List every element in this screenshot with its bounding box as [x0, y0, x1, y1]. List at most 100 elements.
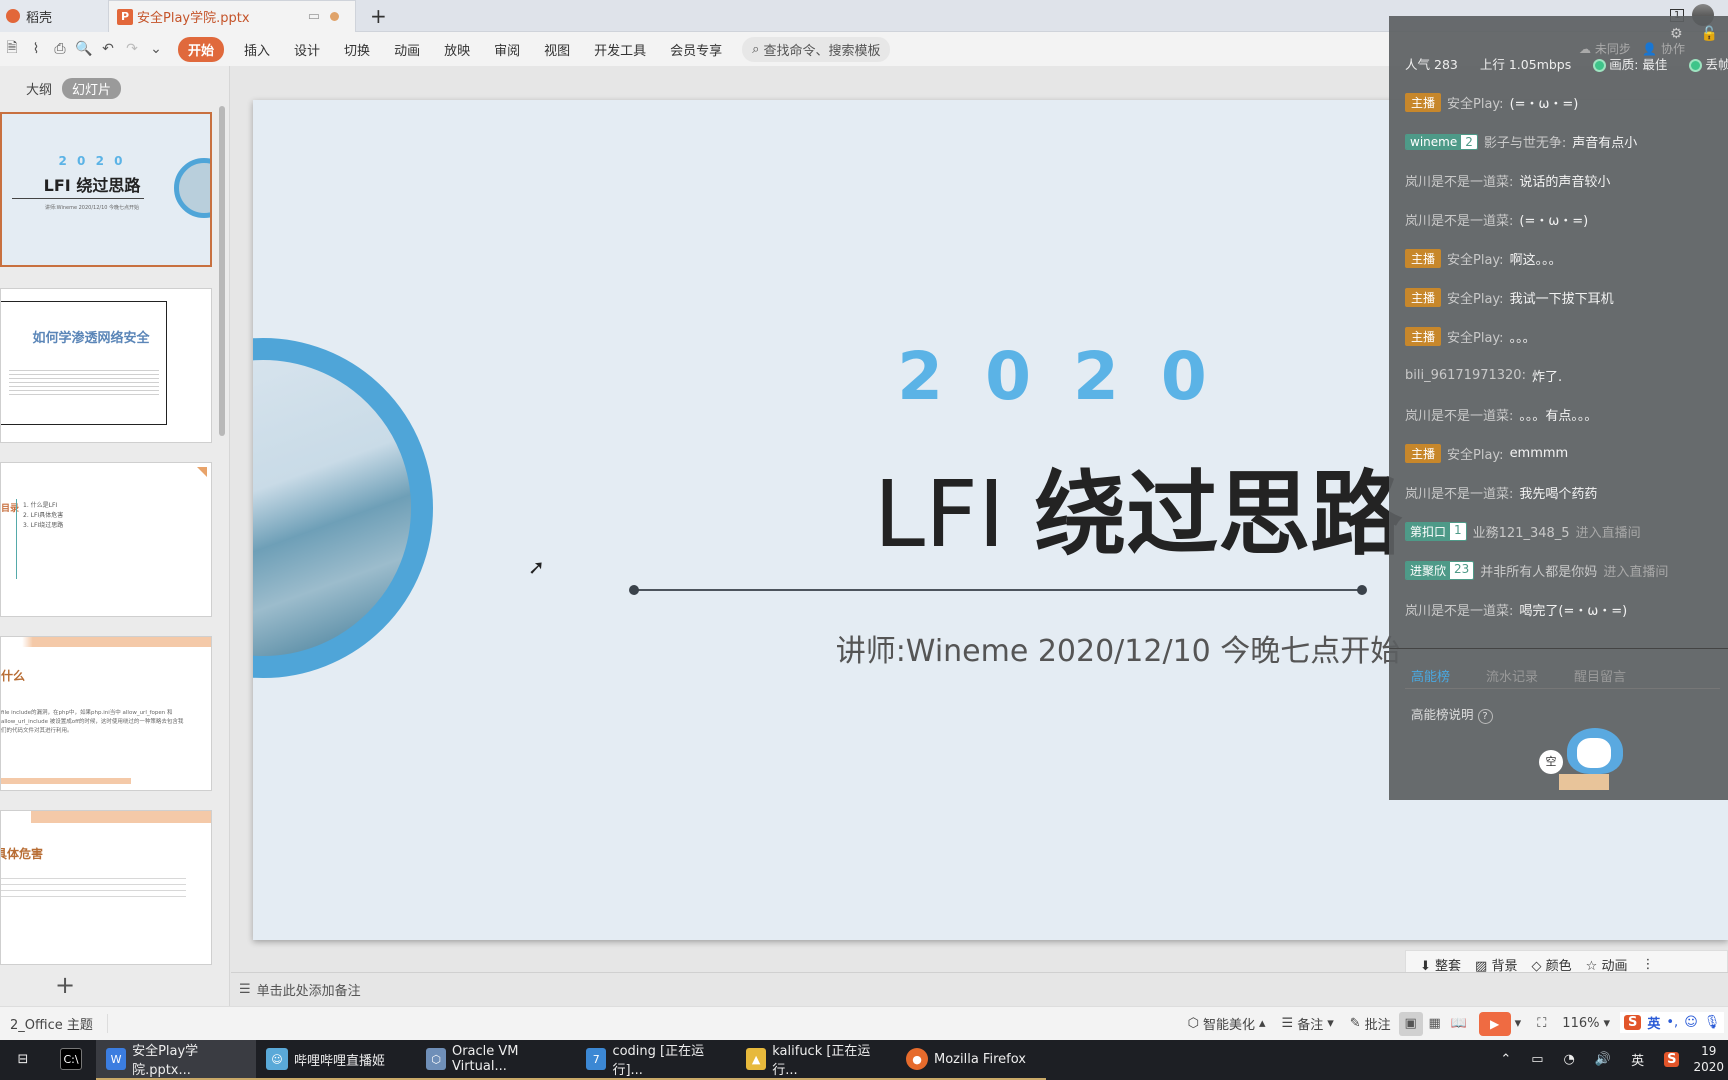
rank-help[interactable]: 高能榜说明? [1411, 704, 1493, 724]
chat-username[interactable]: 影子与世无争: [1484, 132, 1566, 151]
color-button[interactable]: ◇ 颜色 [1531, 955, 1571, 974]
format-painter-icon[interactable]: ⌇ [24, 41, 48, 57]
chat-message[interactable]: 主播 安全Play: (=・ω・=) [1405, 93, 1578, 112]
thumbnail-scrollbar[interactable] [219, 106, 225, 436]
theme-set-button[interactable]: ⬇ 整套 [1420, 955, 1461, 974]
print-icon[interactable]: ⎙ [48, 41, 72, 57]
animation-button[interactable]: ☆ 动画 [1586, 955, 1628, 974]
chat-username[interactable]: 安全Play: [1447, 288, 1504, 307]
menu-slideshow[interactable]: 放映 [432, 40, 482, 59]
chat-username[interactable]: 安全Play: [1447, 249, 1504, 268]
taskbar-item-virtualbox[interactable]: ⬡ Oracle VM Virtual... [416, 1040, 576, 1080]
chat-message[interactable]: 岚川是不是一道菜: 喝完了(=・ω・=) [1405, 600, 1627, 619]
taskbar-item-vm-coding[interactable]: 7 coding [正在运行]... [576, 1040, 736, 1080]
slide-thumbnail-3[interactable]: 目录 1. 什么是LFI 2. LFI具体危害 3. LFI绕过思路 [0, 462, 212, 617]
chat-username[interactable]: 安全Play: [1447, 93, 1504, 112]
chat-message[interactable]: 主播 安全Play: 啊这。。。 [1405, 249, 1562, 268]
chat-message[interactable]: wineme 2 影子与世无争: 声音有点小 [1405, 132, 1637, 151]
chat-username[interactable]: 并非所有人都是你妈 [1480, 561, 1597, 580]
notes-toggle-button[interactable]: ☰ 备注 ▾ [1274, 1014, 1342, 1033]
task-view-button[interactable]: ⊟ [0, 1040, 46, 1080]
sogou-tray-icon[interactable]: S [1654, 1040, 1689, 1080]
normal-view-icon[interactable]: ▣ [1398, 1011, 1423, 1036]
fan-medal-badge[interactable]: wineme 2 [1405, 133, 1478, 150]
tab-super-chat[interactable]: 醒目留言 [1574, 666, 1626, 685]
chat-username[interactable]: 岚川是不是一道菜: [1405, 600, 1513, 619]
ime-toolbar[interactable]: S 英 •, ☺ 🎙 [1620, 1012, 1725, 1033]
taskbar-item-vm-kali[interactable]: ▲ kalifuck [正在运行... [736, 1040, 896, 1080]
chat-username[interactable]: 岚川是不是一道菜: [1405, 210, 1513, 229]
chat-username[interactable]: bili_96171971320: [1405, 368, 1526, 383]
chat-username[interactable]: 岚川是不是一道菜: [1405, 171, 1513, 190]
menu-member[interactable]: 会员专享 [658, 40, 734, 59]
chat-message[interactable]: 主播 安全Play: 。。。 [1405, 327, 1536, 346]
wifi-icon[interactable]: ◔ [1554, 1040, 1585, 1080]
taskbar-item-firefox[interactable]: ● Mozilla Firefox [896, 1040, 1046, 1080]
chat-text: (=・ω・=) [1509, 97, 1579, 112]
chat-message[interactable]: 主播 安全Play: 我试一下拔下耳机 [1405, 288, 1614, 307]
zoom-level[interactable]: 116% ▾ [1554, 1016, 1618, 1031]
tab-docer[interactable]: 稻壳 [0, 0, 108, 32]
chat-username[interactable]: 岚川是不是一道菜: [1405, 483, 1513, 502]
clock[interactable]: 19 2020 [1689, 1040, 1728, 1080]
save-icon[interactable]: 🗎 [0, 37, 24, 61]
chat-message[interactable]: 岚川是不是一道菜: 说话的声音较小 [1405, 171, 1610, 190]
menu-view[interactable]: 视图 [532, 40, 582, 59]
chat-username[interactable]: 业務121_348_5 [1473, 522, 1570, 541]
smart-beautify-button[interactable]: ⬡ 智能美化 ▴ [1180, 1014, 1274, 1033]
taskbar-item-wps[interactable]: W 安全Play学院.pptx... [96, 1040, 256, 1080]
menu-transition[interactable]: 切换 [332, 40, 382, 59]
undo-icon[interactable]: ↶ [96, 41, 120, 57]
fit-window-icon[interactable]: ⛶ [1529, 1016, 1554, 1031]
chat-username[interactable]: 安全Play: [1447, 444, 1504, 463]
chat-username[interactable]: 岚川是不是一道菜: [1405, 405, 1513, 424]
slide-thumbnail-4[interactable]: 什么 file include的漏洞，在php中，如果php.ini当中 all… [0, 636, 212, 791]
chat-message[interactable]: 主播 安全Play: emmmm [1405, 444, 1568, 463]
tab-flow-record[interactable]: 流水记录 [1486, 666, 1538, 685]
play-slideshow-button[interactable]: ▶ [1478, 1011, 1511, 1036]
comments-button[interactable]: ✎ 批注 [1342, 1014, 1399, 1033]
fan-medal-badge[interactable]: 进聚欣 23 [1405, 561, 1475, 580]
tab-document[interactable]: P 安全Play学院.pptx ▭ [108, 0, 356, 32]
volume-icon[interactable]: 🔊 [1585, 1040, 1621, 1080]
chat-message[interactable]: 岚川是不是一道菜: 。。。有点。。。 [1405, 405, 1597, 424]
slide-sorter-icon[interactable]: ▦ [1423, 1012, 1447, 1036]
chat-message[interactable]: 进聚欣 23 并非所有人都是你妈 进入直播间 [1405, 561, 1668, 580]
new-tab-button[interactable]: + [370, 0, 387, 32]
more-icon[interactable]: ⋮ [1641, 957, 1654, 972]
tab-outline[interactable]: 大纲 [26, 79, 52, 98]
menu-insert[interactable]: 插入 [232, 40, 282, 59]
tray-language[interactable]: 英 [1621, 1040, 1654, 1080]
taskbar-item-bilibili-live[interactable]: ☺ 哔哩哔哩直播姬 [256, 1040, 416, 1080]
chat-message[interactable]: 第扣口 1 业務121_348_5 进入直播间 [1405, 522, 1641, 541]
redo-icon[interactable]: ↷ [120, 41, 144, 57]
customize-dropdown-icon[interactable]: ⌄ [144, 41, 168, 57]
menu-review[interactable]: 审阅 [482, 40, 532, 59]
chat-message[interactable]: bili_96171971320: 炸了. [1405, 366, 1562, 385]
background-button[interactable]: ▨ 背景 [1475, 955, 1517, 974]
menu-developer[interactable]: 开发工具 [582, 40, 658, 59]
menu-home[interactable]: 开始 [178, 36, 225, 62]
battery-icon[interactable]: ▭ [1521, 1040, 1553, 1080]
slide-thumbnail-1[interactable]: 2 0 2 0 LFI 绕过思路 讲师:Wineme 2020/12/10 今晚… [0, 112, 212, 267]
tab-high-energy[interactable]: 高能榜 [1411, 666, 1450, 685]
chat-message[interactable]: 岚川是不是一道菜: 我先喝个药药 [1405, 483, 1597, 502]
terminal-button[interactable]: C:\ [46, 1040, 96, 1080]
add-slide-button[interactable]: + [55, 971, 75, 999]
slide-thumbnail-5[interactable]: 具体危害 [0, 810, 212, 965]
notes-area[interactable]: ☰ 单击此处添加备注 [231, 972, 1728, 1006]
present-icon[interactable]: ▭ [308, 9, 320, 24]
menu-animation[interactable]: 动画 [382, 40, 432, 59]
slide-thumbnail-2[interactable]: 如何学渗透网络安全 [0, 288, 212, 443]
reading-view-icon[interactable]: 📖 [1447, 1012, 1471, 1036]
tray-expand-icon[interactable]: ⌃ [1490, 1040, 1521, 1080]
lock-icon[interactable]: 🔓 [1701, 26, 1718, 42]
command-search-input[interactable]: ⌕ 查找命令、搜索模板 [742, 36, 891, 62]
tab-slides[interactable]: 幻灯片 [62, 78, 122, 99]
chat-message[interactable]: 岚川是不是一道菜: (=・ω・=) [1405, 210, 1588, 229]
fan-medal-badge[interactable]: 第扣口 1 [1405, 522, 1467, 541]
menu-design[interactable]: 设计 [282, 40, 332, 59]
print-preview-icon[interactable]: 🔍 [72, 41, 96, 57]
chat-username[interactable]: 安全Play: [1447, 327, 1504, 346]
chat-resize-handle[interactable] [1389, 648, 1728, 649]
